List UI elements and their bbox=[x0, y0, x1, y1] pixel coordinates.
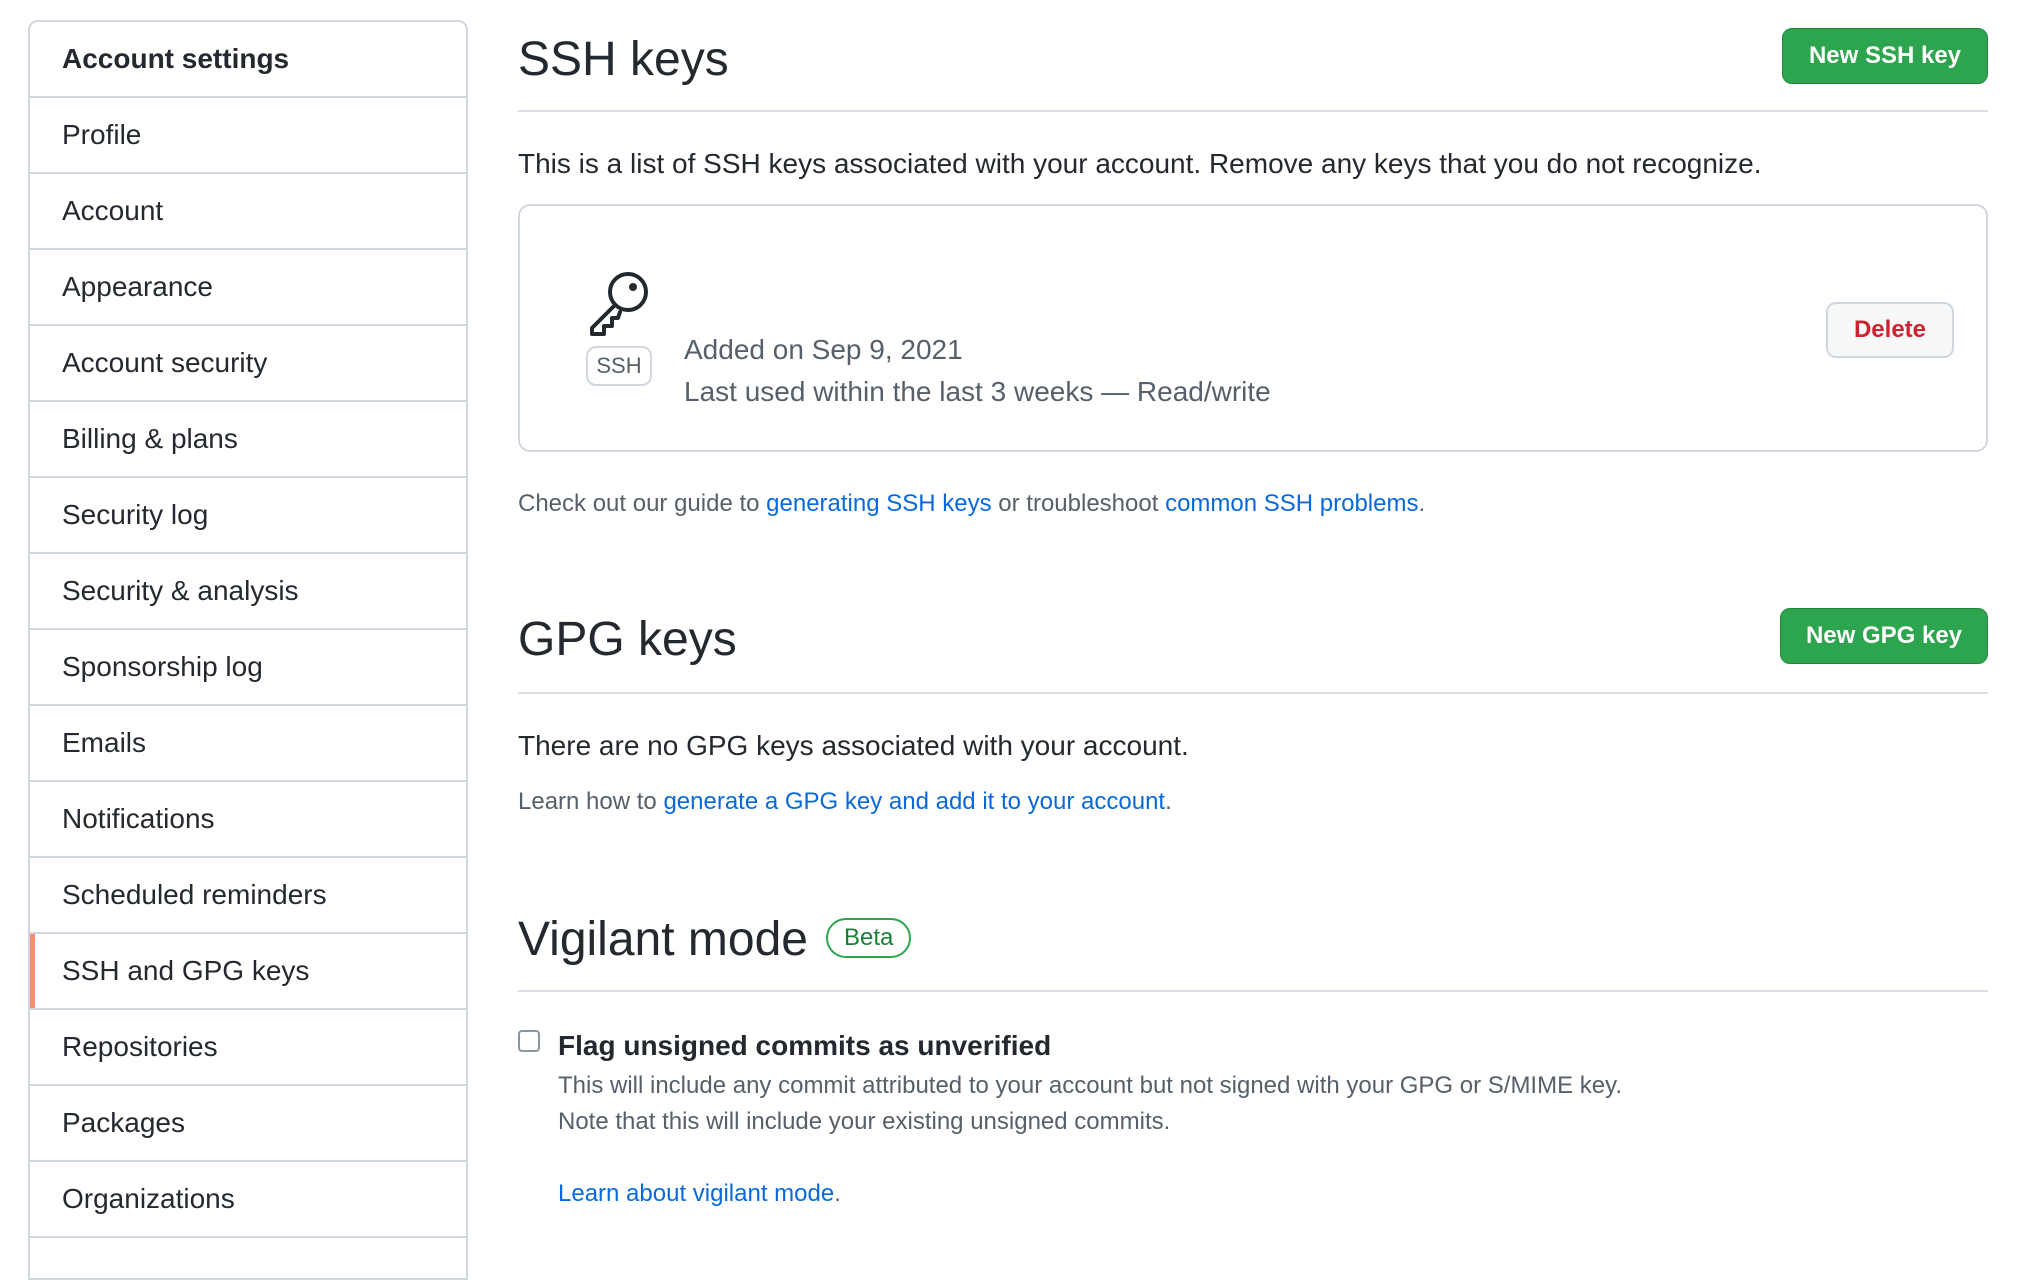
ssh-guide-suffix: . bbox=[1418, 490, 1426, 517]
generating-ssh-keys-link[interactable]: generating SSH keys bbox=[766, 490, 991, 517]
sidebar-item-organizations[interactable]: Organizations bbox=[30, 1162, 466, 1238]
ssh-guide-middle: or troubleshoot bbox=[991, 490, 1166, 517]
ssh-key-added-date: Added on Sep 9, 2021 bbox=[684, 334, 963, 365]
common-ssh-problems-link[interactable]: common SSH problems bbox=[1165, 490, 1418, 517]
sidebar-item-sponsorship-log[interactable]: Sponsorship log bbox=[30, 630, 466, 706]
new-ssh-key-button[interactable]: New SSH key bbox=[1782, 28, 1988, 84]
sidebar-item-emails[interactable]: Emails bbox=[30, 706, 466, 782]
sidebar-item-ssh-gpg-keys[interactable]: SSH and GPG keys bbox=[30, 934, 466, 1010]
sidebar-item-profile[interactable]: Profile bbox=[30, 98, 466, 174]
ssh-type-badge: SSH bbox=[586, 346, 652, 386]
sidebar-item-security-log[interactable]: Security log bbox=[30, 478, 466, 554]
ssh-description: This is a list of SSH keys associated wi… bbox=[518, 148, 1762, 179]
delete-ssh-key-button[interactable]: Delete bbox=[1826, 302, 1954, 358]
sidebar-item-account-security[interactable]: Account security bbox=[30, 326, 466, 402]
vigilant-learn-suffix: . bbox=[834, 1180, 841, 1207]
sidebar-item-repositories[interactable]: Repositories bbox=[30, 1010, 466, 1086]
vigilant-desc-line2: Note that this will include your existin… bbox=[558, 1108, 1171, 1135]
sidebar-header: Account settings bbox=[30, 22, 466, 98]
vigilant-learn-text: Learn about vigilant mode. bbox=[558, 1180, 841, 1208]
beta-badge: Beta bbox=[826, 918, 912, 958]
key-icon bbox=[590, 272, 648, 336]
settings-sidebar: Account settings Profile Account Appeara… bbox=[28, 20, 468, 1280]
flag-unsigned-commits-label[interactable]: Flag unsigned commits as unverified bbox=[558, 1030, 1051, 1062]
gpg-section-header: GPG keys New GPG key bbox=[518, 580, 1988, 694]
new-gpg-key-button[interactable]: New GPG key bbox=[1780, 608, 1988, 664]
sidebar-item-appearance[interactable]: Appearance bbox=[30, 250, 466, 326]
sidebar-item-notifications[interactable]: Notifications bbox=[30, 782, 466, 858]
vigilant-section-header: Vigilant mode bbox=[518, 880, 1988, 992]
ssh-guide-text: Check out our guide to generating SSH ke… bbox=[518, 490, 1425, 518]
gpg-learn-prefix: Learn how to bbox=[518, 788, 664, 815]
sidebar-item-billing-plans[interactable]: Billing & plans bbox=[30, 402, 466, 478]
gpg-keys-title: GPG keys bbox=[518, 613, 737, 666]
gpg-empty-text: There are no GPG keys associated with yo… bbox=[518, 730, 1189, 761]
generate-gpg-key-link[interactable]: generate a GPG key and add it to your ac… bbox=[663, 788, 1165, 815]
vigilant-mode-title: Vigilant mode bbox=[518, 913, 808, 966]
learn-vigilant-mode-link[interactable]: Learn about vigilant mode bbox=[558, 1180, 834, 1207]
sidebar-item-account[interactable]: Account bbox=[30, 174, 466, 250]
ssh-section-header: SSH keys New SSH key bbox=[518, 0, 1988, 112]
vigilant-desc-line1: This will include any commit attributed … bbox=[558, 1072, 1623, 1099]
ssh-guide-prefix: Check out our guide to bbox=[518, 490, 767, 517]
ssh-keys-title: SSH keys bbox=[518, 33, 729, 86]
flag-unsigned-commits-checkbox[interactable] bbox=[518, 1030, 540, 1052]
gpg-learn-text: Learn how to generate a GPG key and add … bbox=[518, 788, 1172, 816]
sidebar-item-packages[interactable]: Packages bbox=[30, 1086, 466, 1162]
gpg-learn-suffix: . bbox=[1165, 788, 1172, 815]
sidebar-item-scheduled-reminders[interactable]: Scheduled reminders bbox=[30, 858, 466, 934]
sidebar-item-security-analysis[interactable]: Security & analysis bbox=[30, 554, 466, 630]
ssh-key-card: SSH Added on Sep 9, 2021 Last used withi… bbox=[518, 204, 1988, 452]
ssh-key-last-used: Last used within the last 3 weeks — Read… bbox=[684, 376, 1271, 407]
